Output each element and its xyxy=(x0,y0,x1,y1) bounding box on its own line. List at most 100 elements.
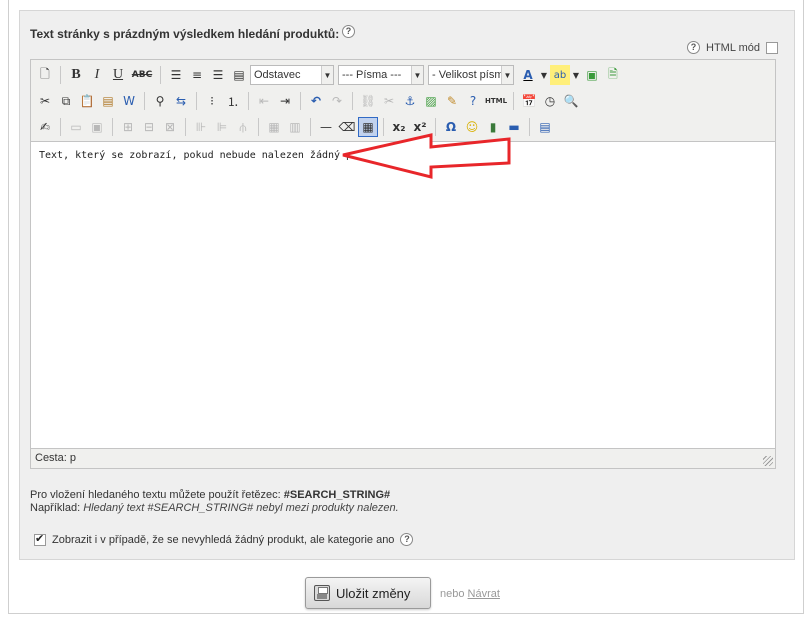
toolbar-separator xyxy=(196,92,197,110)
toolbar-separator xyxy=(160,66,161,84)
toolbar-separator xyxy=(60,66,61,84)
cut-icon[interactable]: ✂ xyxy=(35,91,55,111)
numbered-list-icon[interactable]: ⒈ xyxy=(223,91,243,111)
example-hint: Například: Hledaný text #SEARCH_STRING# … xyxy=(30,502,399,514)
merge-cells-icon[interactable]: ▥ xyxy=(285,117,305,137)
underline-icon[interactable]: U xyxy=(108,65,128,85)
delete-col-icon[interactable]: ⫛ xyxy=(233,117,253,137)
help-icon[interactable]: ? xyxy=(342,25,355,38)
paste-text-icon[interactable]: ▤ xyxy=(98,91,118,111)
back-link[interactable]: Návrat xyxy=(468,588,500,600)
insert-date-icon[interactable]: 📅 xyxy=(519,91,539,111)
editor-content[interactable]: Text, který se zobrazí, pokud nebude nal… xyxy=(31,142,775,448)
editor-toolbar: 🗋 B I U ABC ☰ ≡ ☰ ▤ Odstavec ▼ --- Písma… xyxy=(31,60,775,142)
copy-icon[interactable]: ⧉ xyxy=(56,91,76,111)
toolbar-row-2: ✂ ⧉ 📋 ▤ W ⚲ ⇆ ⁝ ⒈ ⇤ ⇥ ↶ ↷ ⛓ ✂ ⚓ ▨ ✎ ? HT… xyxy=(35,88,771,114)
example-prefix: Například: xyxy=(30,502,84,514)
split-cells-icon[interactable]: ▦ xyxy=(264,117,284,137)
align-right-icon[interactable]: ☰ xyxy=(208,65,228,85)
size-select[interactable]: - Velikost písma - ▼ xyxy=(428,65,514,85)
html-mode-checkbox[interactable] xyxy=(766,41,778,54)
back-row: nebo Návrat xyxy=(440,588,500,600)
insert-row-after-icon[interactable]: ⊟ xyxy=(139,117,159,137)
indent-icon[interactable]: ⇥ xyxy=(275,91,295,111)
hint-token: #SEARCH_STRING# xyxy=(283,489,391,501)
toolbar-separator xyxy=(185,118,186,136)
chevron-down-icon: ▼ xyxy=(501,66,513,84)
undo-icon[interactable]: ↶ xyxy=(306,91,326,111)
example-text: Hledaný text #SEARCH_STRING# nebyl mezi … xyxy=(83,502,399,514)
align-justify-icon[interactable]: ▤ xyxy=(229,65,249,85)
insert-file-icon[interactable]: 🗎 xyxy=(603,65,623,85)
paste-word-icon[interactable]: W xyxy=(119,91,139,111)
show-option-label: Zobrazit i v případě, že se nevyhledá žá… xyxy=(52,533,395,546)
settings-panel: Text stránky s prázdným výsledkem hledán… xyxy=(19,10,795,560)
text-color-icon[interactable]: A xyxy=(518,65,538,85)
redo-icon[interactable]: ↷ xyxy=(327,91,347,111)
chevron-down-icon[interactable]: ▼ xyxy=(571,65,581,85)
new-document-icon[interactable]: 🗋 xyxy=(35,65,55,85)
annotation-arrow-icon xyxy=(342,133,511,179)
cell-props-icon[interactable]: ▣ xyxy=(87,117,107,137)
anchor-icon[interactable]: ⚓ xyxy=(400,91,420,111)
chevron-down-icon: ▼ xyxy=(321,66,333,84)
toolbar-separator xyxy=(258,118,259,136)
html-mode-label: HTML mód xyxy=(706,41,760,54)
editor-status-bar: Cesta: p xyxy=(31,448,775,468)
insert-col-before-icon[interactable]: ⊪ xyxy=(191,117,211,137)
format-select[interactable]: Odstavec ▼ xyxy=(250,65,334,85)
hint-prefix: Pro vložení hledaného textu můžete použí… xyxy=(30,489,284,501)
image-icon[interactable]: ▨ xyxy=(421,91,441,111)
paste-icon[interactable]: 📋 xyxy=(77,91,97,111)
toolbar-separator xyxy=(60,118,61,136)
html-mode-toggle: ? HTML mód xyxy=(687,41,778,54)
insert-image-icon[interactable]: ▣ xyxy=(582,65,602,85)
bullet-list-icon[interactable]: ⁝ xyxy=(202,91,222,111)
strikethrough-icon[interactable]: ABC xyxy=(129,65,155,85)
toolbar-separator xyxy=(112,118,113,136)
toolbar-separator xyxy=(513,92,514,110)
html-mode-help-icon[interactable]: ? xyxy=(687,41,700,54)
italic-icon[interactable]: I xyxy=(87,65,107,85)
resize-handle-icon[interactable] xyxy=(763,456,773,466)
highlight-color-icon[interactable]: ab xyxy=(550,65,570,85)
format-select-value: Odstavec xyxy=(254,69,301,81)
toolbar-row-1: 🗋 B I U ABC ☰ ≡ ☰ ▤ Odstavec ▼ --- Písma… xyxy=(35,62,771,88)
html-source-icon[interactable]: HTML xyxy=(484,91,508,111)
toolbar-separator xyxy=(310,118,311,136)
preview-icon[interactable]: 🔍 xyxy=(561,91,581,111)
find-icon[interactable]: ⚲ xyxy=(150,91,170,111)
or-label: nebo xyxy=(440,588,465,600)
show-option-help-icon[interactable]: ? xyxy=(400,533,414,546)
font-select-value: --- Písma --- xyxy=(342,69,402,81)
show-option-checkbox[interactable] xyxy=(34,532,46,546)
styles-icon[interactable]: ✍ xyxy=(35,117,55,137)
insert-time-icon[interactable]: ◷ xyxy=(540,91,560,111)
bold-icon[interactable]: B xyxy=(66,65,86,85)
page-frame: Text stránky s prázdným výsledkem hledán… xyxy=(8,0,804,614)
chevron-down-icon: ▼ xyxy=(411,66,423,84)
help-icon[interactable]: ? xyxy=(463,91,483,111)
link-icon[interactable]: ⛓ xyxy=(358,91,378,111)
delete-row-icon[interactable]: ⊠ xyxy=(160,117,180,137)
toolbar-separator xyxy=(300,92,301,110)
save-button[interactable]: Uložit změny xyxy=(305,577,431,609)
align-left-icon[interactable]: ☰ xyxy=(166,65,186,85)
cleanup-icon[interactable]: ✎ xyxy=(442,91,462,111)
insert-row-before-icon[interactable]: ⊞ xyxy=(118,117,138,137)
chevron-down-icon[interactable]: ▼ xyxy=(539,65,549,85)
section-title: Text stránky s prázdným výsledkem hledán… xyxy=(30,27,340,41)
fullscreen-icon[interactable]: ▤ xyxy=(535,117,555,137)
font-select[interactable]: --- Písma --- ▼ xyxy=(338,65,424,85)
unlink-icon[interactable]: ✂ xyxy=(379,91,399,111)
insert-col-after-icon[interactable]: ⊫ xyxy=(212,117,232,137)
horizontal-rule-icon[interactable]: — xyxy=(316,117,336,137)
toolbar-separator xyxy=(529,118,530,136)
align-center-icon[interactable]: ≡ xyxy=(187,65,207,85)
row-props-icon[interactable]: ▭ xyxy=(66,117,86,137)
search-string-hint: Pro vložení hledaného textu můžete použí… xyxy=(30,489,390,501)
toolbar-separator xyxy=(144,92,145,110)
outdent-icon[interactable]: ⇤ xyxy=(254,91,274,111)
replace-icon[interactable]: ⇆ xyxy=(171,91,191,111)
toolbar-separator xyxy=(248,92,249,110)
